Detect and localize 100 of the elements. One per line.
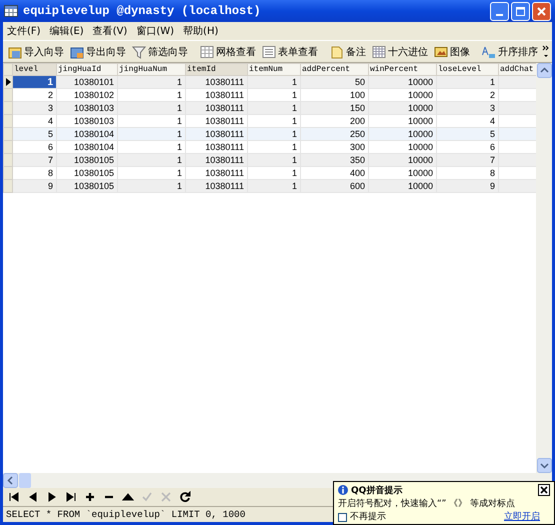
triangle-icon: [122, 491, 134, 503]
table-cell: 10000: [368, 102, 436, 114]
table-cell: 10000: [368, 114, 436, 128]
sort-icon: [482, 44, 496, 58]
column-header[interactable]: jingHuaId: [56, 64, 118, 76]
table-cell: 9: [12, 180, 56, 192]
toolbar-button[interactable]: 十六进位: [370, 42, 432, 60]
table-cell: 10380111: [186, 102, 248, 114]
table-cell: 10380105: [56, 154, 118, 166]
table-cell: 5: [436, 128, 498, 140]
table-cell: 4: [436, 114, 498, 128]
toolbar-button[interactable]: 图像: [432, 42, 474, 60]
table-cell: 10380111: [186, 76, 248, 88]
column-header[interactable]: itemId: [186, 64, 248, 76]
table-cell: 1: [248, 166, 300, 180]
row-indicator[interactable]: [4, 76, 12, 88]
table-cell: 10380105: [56, 166, 118, 180]
column-header[interactable]: addPercent: [300, 64, 368, 76]
table-cell: 10000: [368, 88, 436, 102]
menu-item[interactable]: 查看(V): [92, 24, 128, 38]
table-cell: 6: [436, 140, 498, 154]
toolbar-button[interactable]: 导入向导: [6, 42, 68, 60]
table-cell: 10380101: [56, 76, 118, 88]
first-icon: [8, 491, 20, 503]
table-cell: 10380103: [56, 102, 118, 114]
table-cell: 8: [12, 166, 56, 180]
scroll-left-icon[interactable]: [3, 473, 18, 488]
folder-icon: [8, 44, 22, 58]
table-cell: 1: [248, 102, 300, 114]
table-cell: 1: [118, 128, 186, 140]
menu-item[interactable]: 窗口(W): [136, 24, 174, 38]
table-cell: 600: [300, 180, 368, 192]
table-cell: 350: [300, 154, 368, 166]
scroll-down-icon[interactable]: [536, 458, 552, 473]
table-cell: 50: [300, 76, 368, 88]
table-cell: 4: [12, 114, 56, 128]
table-cell: 10380103: [56, 114, 118, 128]
menu-item[interactable]: 文件(F): [7, 24, 41, 38]
table-cell: 1: [248, 76, 300, 88]
close-button[interactable]: [538, 484, 550, 496]
folder-icon: [70, 44, 84, 58]
cross-icon: [160, 491, 172, 503]
column-header[interactable]: addChat: [498, 64, 536, 76]
table-cell: 10000: [368, 154, 436, 166]
table-cell: 1: [118, 114, 186, 128]
table-cell: 2: [12, 88, 56, 102]
toolbar-button[interactable]: 备注: [328, 42, 370, 60]
table-cell: 1: [248, 128, 300, 140]
table-cell: 1: [436, 76, 498, 88]
maximize-icon: [516, 6, 525, 16]
column-header[interactable]: jingHuaNum: [118, 64, 186, 76]
dont-show-checkbox[interactable]: 不再提示: [338, 512, 386, 523]
toolbar-button[interactable]: 筛选向导: [130, 42, 192, 60]
table-cell: 400: [300, 166, 368, 180]
table-cell: 1: [12, 76, 56, 88]
toolbar-button[interactable]: 升序排序: [480, 42, 542, 60]
table-cell: 10380104: [56, 128, 118, 140]
close-icon: [540, 486, 548, 494]
scroll-up-icon[interactable]: [536, 63, 552, 78]
column-header[interactable]: itemNum: [248, 64, 300, 76]
last-icon: [65, 491, 77, 503]
enable-link[interactable]: 立即开启: [504, 512, 540, 523]
next-icon: [46, 491, 58, 503]
minimize-icon: [496, 14, 503, 16]
column-header[interactable]: level: [12, 64, 56, 76]
funnel-icon: [132, 44, 146, 58]
menu-item[interactable]: 编辑(E): [50, 24, 84, 38]
toolbar-button[interactable]: 网格查看: [198, 42, 260, 60]
menu-item[interactable]: 帮助(H): [183, 24, 218, 38]
table-cell: 1: [248, 114, 300, 128]
table-cell: 100: [300, 88, 368, 102]
grid-icon: [200, 44, 214, 58]
table-cell: 10000: [368, 140, 436, 154]
scrollbar-thumb[interactable]: [19, 473, 31, 488]
plus-icon: [84, 491, 96, 503]
table-cell: 10380111: [186, 166, 248, 180]
minimize-button[interactable]: [490, 2, 509, 20]
column-header[interactable]: loseLevel: [436, 64, 498, 76]
table-cell: 1: [248, 154, 300, 166]
column-header[interactable]: winPercent: [368, 64, 436, 76]
toolbar-button[interactable]: 表单查看: [260, 42, 322, 60]
table-cell: 3: [436, 102, 498, 114]
table-cell: 3: [12, 102, 56, 114]
refresh-icon: [179, 491, 191, 503]
table-cell: 10000: [368, 180, 436, 192]
maximize-button[interactable]: [511, 2, 530, 20]
info-icon: [338, 485, 348, 495]
more-icon[interactable]: [542, 44, 550, 58]
table-cell: 1: [118, 166, 186, 180]
toolbar-button[interactable]: 导出向导: [68, 42, 130, 60]
table-cell: 10380111: [186, 180, 248, 192]
vertical-scrollbar[interactable]: [536, 63, 552, 473]
table-cell: 10000: [368, 166, 436, 180]
table-cell: 6: [12, 140, 56, 154]
table-cell: 10380111: [186, 114, 248, 128]
check-icon: [141, 491, 153, 503]
table-cell: 8: [436, 166, 498, 180]
table-cell: 1: [118, 154, 186, 166]
table-cell: 7: [436, 154, 498, 166]
table-cell: 1: [118, 88, 186, 102]
